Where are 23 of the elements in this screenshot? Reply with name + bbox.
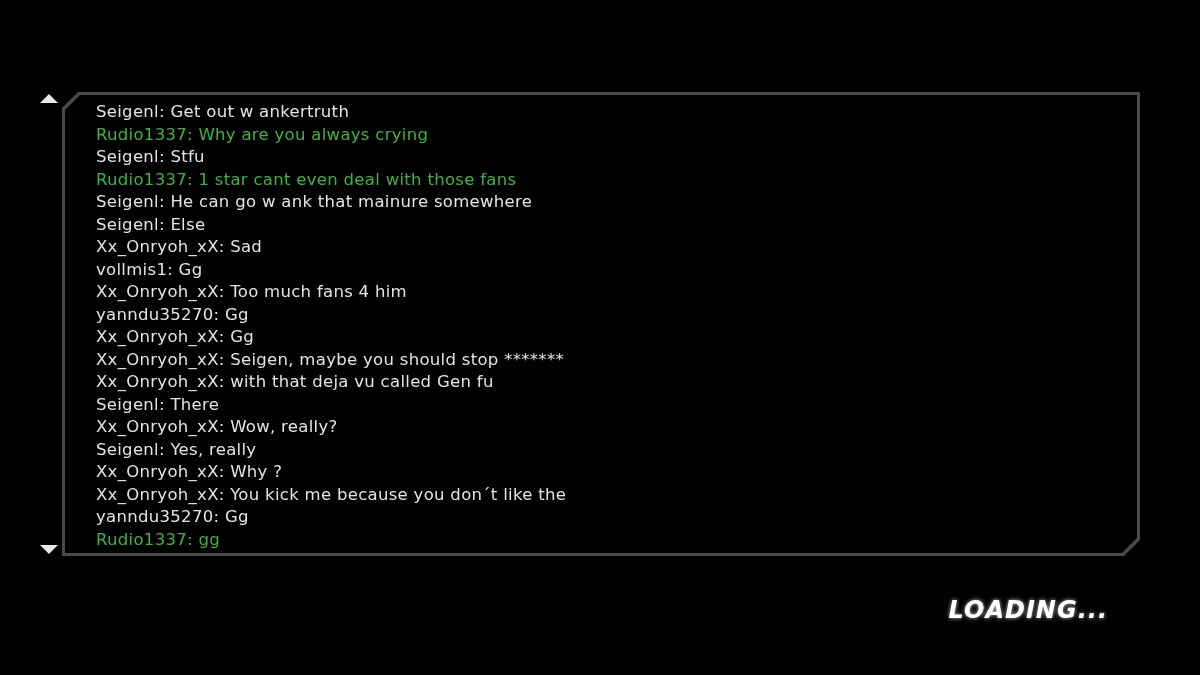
chat-message: Rudio1337: gg bbox=[96, 528, 220, 551]
chat-message: Xx_Onryoh_xX: with that deja vu called Gen fu bbox=[96, 371, 494, 393]
chat-message: Xx_Onryoh_xX: Wow, really? bbox=[96, 416, 338, 438]
chat-message: Seigenl: Else bbox=[96, 213, 206, 236]
chat-message: Seigenl: Stfu bbox=[96, 146, 205, 168]
chat-message: vollmis1: Gg bbox=[96, 258, 203, 281]
chat-message: Xx_Onryoh_xX: Sad bbox=[96, 236, 263, 258]
chat-message: Xx_Onryoh_xX: Seigen, maybe you should stop ******* bbox=[96, 348, 564, 371]
chat-message: Xx_Onryoh_xX: Too much fans 4 him bbox=[96, 281, 407, 303]
chat-message: yanndu35270: Gg bbox=[96, 303, 249, 326]
loading-label: LOADING... bbox=[948, 596, 1108, 624]
chat-message: Rudio1337: 1 star cant even deal with those fans bbox=[96, 168, 517, 191]
chat-message: Rudio1337: Why are you always crying bbox=[96, 123, 429, 146]
chat-message: Seigenl: He can go w ank that mainure somewhere bbox=[96, 191, 533, 213]
chat-message: Xx_Onryoh_xX: You kick me because you don´t like the bbox=[96, 483, 567, 506]
chat-message: Seigenl: There bbox=[96, 393, 220, 416]
scroll-down-icon[interactable] bbox=[40, 545, 58, 554]
chat-message: Seigenl: Get out w ankertruth bbox=[96, 101, 350, 123]
chat-message: Xx_Onryoh_xX: Why ? bbox=[96, 461, 283, 483]
chat-message: Xx_Onryoh_xX: Gg bbox=[96, 326, 255, 348]
chat-message: Seigenl: Yes, really bbox=[96, 438, 257, 461]
scroll-up-icon[interactable] bbox=[40, 94, 58, 103]
chat-message: yanndu35270: Gg bbox=[96, 506, 249, 528]
